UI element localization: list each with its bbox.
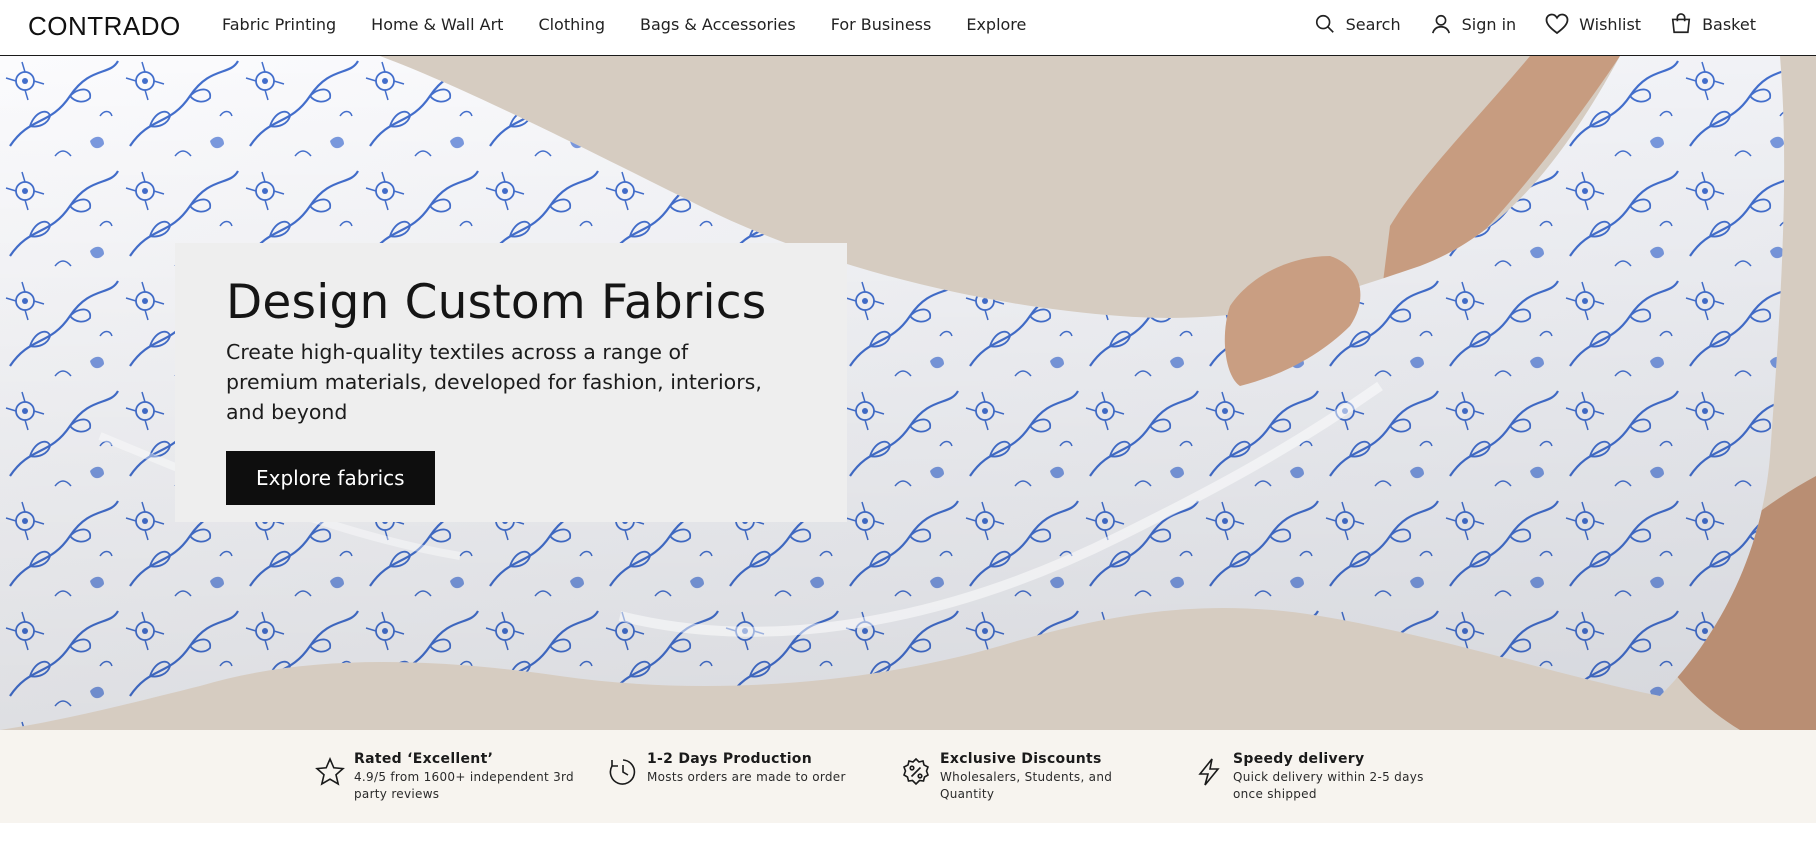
feature-desc: Wholesalers, Students, and Quantity [940,770,1113,801]
nav-item-explore[interactable]: Explore [966,15,1026,34]
feature-discounts: Exclusive Discounts Wholesalers, Student… [900,750,1140,803]
nav-item-home-wall-art[interactable]: Home & Wall Art [371,15,503,34]
star-icon [315,756,345,786]
feature-title: Exclusive Discounts [940,751,1102,767]
signin-label: Sign in [1461,14,1517,34]
brand-logo[interactable]: CONTRADO [28,11,181,42]
search-button[interactable]: Search [1314,13,1401,35]
basket-button[interactable]: Basket [1670,13,1756,35]
hero-subtitle: Create high-quality textiles across a ra… [226,340,762,424]
signin-button[interactable]: Sign in [1430,13,1517,35]
search-label: Search [1345,14,1401,34]
lightning-icon [1198,758,1220,786]
feature-delivery: Speedy delivery Quick delivery within 2-… [1193,750,1433,803]
basket-label: Basket [1702,14,1756,34]
main-nav: Fabric Printing Home & Wall Art Clothing… [222,0,1061,48]
nav-item-clothing[interactable]: Clothing [538,15,605,34]
utility-nav: Search Sign in Wishlist Basket [1285,0,1756,48]
search-icon [1315,14,1334,33]
nav-item-bags-accessories[interactable]: Bags & Accessories [640,15,796,34]
discount-icon [902,757,930,786]
hero-title: Design Custom Fabrics [226,275,767,330]
hero-card: Design Custom Fabrics Create high-qualit… [175,243,847,522]
feature-title: Rated ‘Excellent’ [354,751,494,767]
user-icon [1431,14,1450,34]
features-strip: Rated ‘Excellent’ 4.9/5 from 1600+ indep… [0,730,1816,823]
feature-desc: 4.9/5 from 1600+ independent 3rd party r… [354,770,574,801]
wishlist-label: Wishlist [1579,14,1642,34]
hero-banner: Design Custom Fabrics Create high-qualit… [0,56,1816,730]
site-header: CONTRADO Fabric Printing Home & Wall Art… [0,0,1816,56]
feature-desc: Quick delivery within 2-5 days once ship… [1233,770,1424,801]
wishlist-button[interactable]: Wishlist [1545,13,1641,35]
basket-icon [1671,13,1691,34]
feature-rated: Rated ‘Excellent’ 4.9/5 from 1600+ indep… [314,750,574,803]
nav-item-for-business[interactable]: For Business [831,15,932,34]
feature-production: 1-2 Days Production Mosts orders are mad… [607,750,877,788]
heart-icon [1545,13,1569,35]
feature-title: 1-2 Days Production [647,751,812,767]
feature-desc: Mosts orders are made to order [647,770,846,784]
clock-icon [609,759,636,785]
feature-title: Speedy delivery [1233,751,1365,767]
explore-fabrics-button[interactable]: Explore fabrics [226,451,435,505]
nav-item-fabric-printing[interactable]: Fabric Printing [222,15,336,34]
